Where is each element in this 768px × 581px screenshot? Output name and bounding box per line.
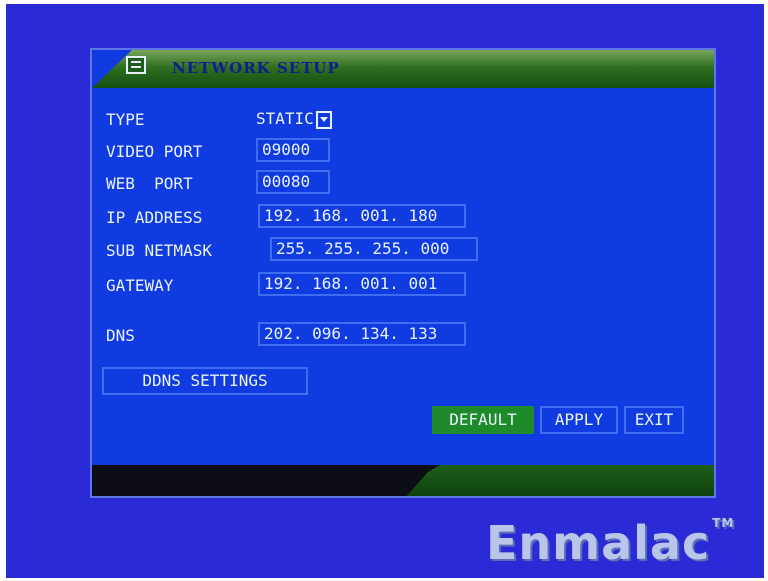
video-port-label: VIDEO PORT	[106, 142, 203, 161]
video-port-field[interactable]: 09000	[256, 138, 330, 162]
sub-netmask-label: SUB NETMASK	[106, 241, 212, 260]
brand-watermark: Enmalac TM	[486, 516, 734, 570]
dns-field[interactable]: 202. 096. 134. 133	[258, 322, 466, 346]
title-bar: NETWORK SETUP	[92, 50, 714, 88]
ip-address-label: IP ADDRESS	[106, 208, 203, 227]
web-port-field[interactable]: 00080	[256, 170, 330, 194]
trademark-mark: TM	[712, 516, 735, 530]
ip-address-field[interactable]: 192. 168. 001. 180	[258, 204, 466, 228]
screen-background: NETWORK SETUP TYPE STATIC VIDEO PORT 090…	[6, 4, 764, 578]
apply-button[interactable]: APPLY	[540, 406, 618, 434]
brand-text: Enmalac	[486, 516, 711, 570]
network-setup-dialog: NETWORK SETUP TYPE STATIC VIDEO PORT 090…	[90, 48, 716, 498]
chevron-down-icon[interactable]	[315, 110, 332, 129]
default-button[interactable]: DEFAULT	[432, 406, 534, 434]
dialog-title: NETWORK SETUP	[172, 59, 340, 77]
web-port-label: WEB PORT	[106, 174, 193, 193]
dns-label: DNS	[106, 326, 135, 345]
type-dropdown[interactable]: STATIC	[256, 108, 332, 130]
exit-button[interactable]: EXIT	[624, 406, 684, 434]
gateway-label: GATEWAY	[106, 276, 174, 295]
network-setup-icon	[126, 56, 146, 74]
gateway-field[interactable]: 192. 168. 001. 001	[258, 272, 466, 296]
type-label: TYPE	[106, 110, 145, 129]
sub-netmask-field[interactable]: 255. 255. 255. 000	[270, 237, 478, 261]
ddns-settings-button[interactable]: DDNS SETTINGS	[102, 367, 308, 395]
type-value: STATIC	[256, 109, 314, 128]
